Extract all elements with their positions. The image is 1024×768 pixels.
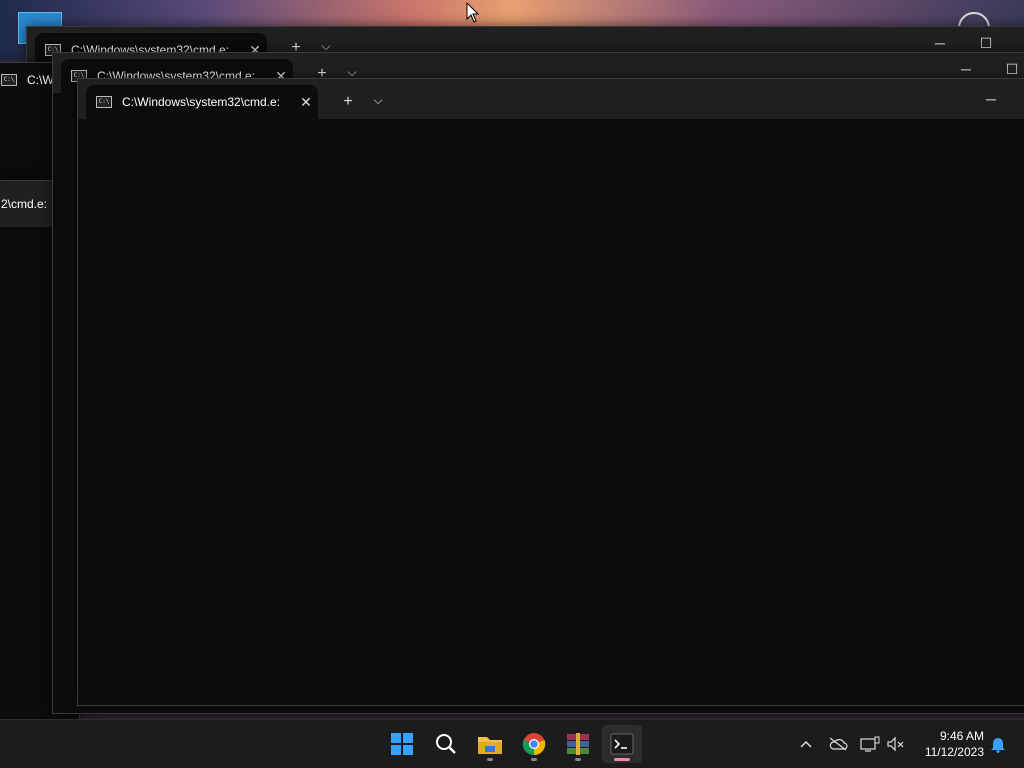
windows-logo-icon — [391, 733, 413, 755]
network-icon-glyph — [860, 736, 880, 752]
cmd-icon: C:\ — [1, 74, 17, 86]
winrar-button[interactable] — [558, 725, 598, 763]
system-clock[interactable]: 9:46 AM 11/12/2023 — [925, 728, 984, 760]
search-icon — [436, 734, 456, 754]
start-button[interactable] — [382, 725, 422, 763]
running-indicator — [575, 758, 581, 761]
mouse-cursor-icon — [466, 2, 480, 23]
cloud-offline-icon — [829, 737, 848, 751]
notifications-button[interactable] — [986, 732, 1010, 756]
taskbar: 9:46 AM 11/12/2023 — [0, 719, 1024, 768]
tab-cmd[interactable]: C:\ C:\Windows\system32\cmd.e: ✕ — [86, 85, 318, 119]
close-tab-icon[interactable]: ✕ — [294, 94, 318, 111]
tab-title: C:\Windows\system32\cmd.e: — [122, 95, 281, 109]
titlebar: C:\ C:\Windows\system32\cmd.e: ✕ + ⌵ ─ — [78, 79, 1024, 119]
new-tab-button[interactable]: + — [333, 93, 363, 111]
running-indicator — [487, 758, 493, 761]
winrar-icon — [567, 733, 589, 755]
network-icon[interactable] — [858, 732, 882, 756]
terminal-button[interactable] — [602, 725, 642, 763]
onedrive-offline-icon[interactable] — [826, 732, 850, 756]
bell-icon — [991, 738, 1005, 753]
folder-icon — [478, 737, 502, 754]
chrome-button[interactable] — [514, 725, 554, 763]
tab-dropdown-button[interactable]: ⌵ — [363, 93, 393, 108]
clock-date: 11/12/2023 — [924, 745, 984, 759]
running-indicator — [531, 758, 537, 761]
clock-time: 9:46 AM — [939, 729, 984, 743]
file-explorer-button[interactable] — [470, 725, 510, 763]
chrome-icon — [522, 733, 546, 756]
terminal-window-3[interactable]: C:\ C:\Windows\system32\cmd.e: ✕ + ⌵ ─ — [77, 78, 1024, 706]
chevron-up-icon — [800, 740, 812, 748]
tab-title: 2\cmd.e: — [1, 197, 48, 211]
cmd-icon: C:\ — [96, 96, 112, 108]
terminal-icon — [610, 733, 634, 755]
running-indicator — [614, 758, 630, 761]
search-button[interactable] — [426, 725, 466, 763]
show-hidden-icons-button[interactable] — [794, 732, 818, 756]
terminal-window-left[interactable]: C:\ C:\W — [0, 62, 54, 184]
tab-title: C:\W — [27, 73, 54, 87]
terminal-content[interactable] — [78, 119, 1024, 705]
minimize-button[interactable]: ─ — [968, 83, 1014, 115]
speaker-muted-icon — [887, 736, 904, 752]
volume-muted-icon[interactable] — [884, 732, 908, 756]
